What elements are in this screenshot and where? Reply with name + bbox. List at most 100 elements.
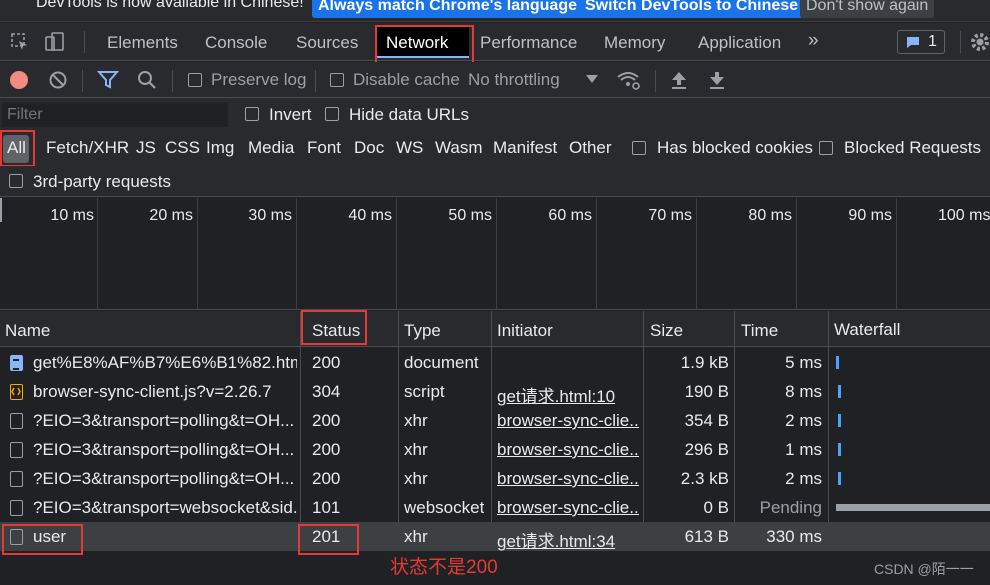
tab-performance[interactable]: Performance — [480, 33, 577, 53]
tick-label: 80 ms — [748, 207, 792, 224]
row-status: 200 — [312, 440, 341, 459]
row-type: document — [404, 353, 479, 372]
more-tabs-icon[interactable]: » — [808, 30, 819, 52]
header-waterfall[interactable]: Waterfall — [834, 320, 900, 340]
row-size: 1.9 kB — [680, 353, 729, 372]
header-name[interactable]: Name — [5, 321, 50, 341]
row-name: browser-sync-client.js?v=2.26.7 — [33, 382, 272, 401]
row-time: 2 ms — [785, 411, 822, 430]
record-icon[interactable] — [10, 71, 28, 89]
row-initiator[interactable]: browser-sync-clie... — [497, 498, 639, 518]
row-initiator[interactable]: get请求.html:10 — [497, 382, 639, 407]
search-icon[interactable] — [137, 70, 157, 95]
header-type[interactable]: Type — [404, 321, 441, 341]
row-size: 354 B — [684, 411, 729, 430]
waterfall-bar — [838, 472, 841, 485]
third-party-row: 3rd-party requests — [0, 166, 990, 197]
type-other-button[interactable]: Other — [569, 138, 612, 158]
type-manifest-button[interactable]: Manifest — [493, 138, 557, 158]
type-fetch-xhr-button[interactable]: Fetch/XHR — [46, 138, 129, 158]
type-font-button[interactable]: Font — [307, 138, 341, 158]
row-initiator[interactable]: browser-sync-clie... — [497, 411, 639, 431]
waterfall-bar — [838, 385, 841, 398]
tab-application[interactable]: Application — [698, 33, 781, 53]
header-initiator[interactable]: Initiator — [497, 321, 553, 341]
row-type: xhr — [404, 527, 428, 546]
hide-data-urls-checkbox[interactable] — [325, 107, 339, 121]
blocked-requests-checkbox[interactable] — [819, 141, 833, 155]
filter-row: Invert Hide data URLs — [0, 98, 990, 132]
type-js-button[interactable]: JS — [136, 138, 156, 158]
type-doc-button[interactable]: Doc — [354, 138, 384, 158]
row-name: get%E8%AF%B7%E6%B1%82.html — [33, 353, 297, 372]
table-row[interactable]: ?EIO=3&transport=websocket&sid... 101 we… — [0, 493, 990, 522]
match-language-button[interactable]: Always match Chrome's language — [312, 0, 583, 18]
row-status: 101 — [312, 498, 341, 517]
row-name: ?EIO=3&transport=websocket&sid... — [33, 498, 297, 517]
xhr-file-icon — [10, 442, 23, 458]
row-type: xhr — [404, 440, 428, 459]
type-media-button[interactable]: Media — [248, 138, 294, 158]
header-time[interactable]: Time — [741, 321, 778, 341]
header-size[interactable]: Size — [650, 321, 683, 341]
filter-input[interactable] — [2, 103, 228, 127]
waterfall-pending-bar — [836, 504, 990, 511]
inspect-element-icon[interactable] — [10, 32, 30, 57]
preserve-log-checkbox[interactable] — [188, 73, 202, 87]
table-row[interactable]: browser-sync-client.js?v=2.26.7 304 scri… — [0, 377, 990, 406]
type-img-button[interactable]: Img — [206, 138, 234, 158]
disable-cache-checkbox[interactable] — [330, 73, 344, 87]
tick-label: 40 ms — [348, 207, 392, 224]
disable-cache-label: Disable cache — [353, 70, 460, 89]
network-conditions-icon[interactable] — [616, 69, 642, 96]
row-type: websocket — [404, 498, 485, 517]
tab-sources[interactable]: Sources — [296, 33, 358, 53]
import-har-icon[interactable] — [670, 70, 688, 95]
tab-console[interactable]: Console — [205, 33, 267, 53]
settings-gear-icon[interactable] — [969, 31, 990, 58]
table-row[interactable]: get%E8%AF%B7%E6%B1%82.html 200 document … — [0, 348, 990, 377]
tick-label: 10 ms — [50, 207, 94, 224]
issues-badge[interactable]: 1 — [897, 30, 945, 54]
row-time: Pending — [759, 498, 822, 517]
device-toolbar-icon[interactable] — [44, 31, 66, 58]
has-blocked-cookies-checkbox[interactable] — [632, 141, 646, 155]
row-size: 2.3 kB — [680, 469, 729, 488]
tab-memory[interactable]: Memory — [604, 33, 665, 53]
row-initiator[interactable]: browser-sync-clie... — [497, 440, 639, 460]
timeline-overview[interactable]: 10 ms 20 ms 30 ms 40 ms 50 ms 60 ms 70 m… — [0, 198, 990, 310]
table-row[interactable]: ?EIO=3&transport=polling&t=OH... 200 xhr… — [0, 435, 990, 464]
tab-elements[interactable]: Elements — [107, 33, 178, 53]
chevron-down-icon[interactable] — [586, 75, 598, 83]
user-row-highlight — [2, 524, 83, 555]
type-ws-button[interactable]: WS — [396, 138, 423, 158]
document-file-icon — [10, 355, 23, 371]
switch-to-chinese-button[interactable]: Switch DevTools to Chinese — [579, 0, 805, 18]
timeline-cursor — [0, 198, 2, 222]
has-blocked-cookies-label: Has blocked cookies — [657, 138, 813, 157]
table-row-selected[interactable]: user 201 xhr get请求.html:34 613 B 330 ms — [0, 522, 990, 551]
row-status: 200 — [312, 353, 341, 372]
preserve-log-label: Preserve log — [211, 70, 307, 89]
third-party-checkbox[interactable] — [9, 174, 23, 188]
export-har-icon[interactable] — [708, 70, 726, 95]
type-css-button[interactable]: CSS — [165, 138, 200, 158]
xhr-file-icon — [10, 413, 23, 429]
row-type: xhr — [404, 411, 428, 430]
table-row[interactable]: ?EIO=3&transport=polling&t=OH... 200 xhr… — [0, 406, 990, 435]
type-wasm-button[interactable]: Wasm — [435, 138, 483, 158]
hide-data-urls-label: Hide data URLs — [349, 105, 470, 124]
row-initiator[interactable]: browser-sync-clie... — [497, 469, 639, 489]
invert-checkbox[interactable] — [245, 107, 259, 121]
throttling-select[interactable]: No throttling — [468, 70, 560, 90]
issues-count: 1 — [928, 33, 937, 50]
tick-label: 50 ms — [448, 207, 492, 224]
row-initiator[interactable]: get请求.html:34 — [497, 527, 639, 552]
row-name: ?EIO=3&transport=polling&t=OH... — [33, 411, 295, 430]
table-row[interactable]: ?EIO=3&transport=polling&t=OH... 200 xhr… — [0, 464, 990, 493]
network-tab-highlight — [375, 25, 474, 66]
filter-funnel-icon[interactable] — [96, 70, 120, 95]
clear-icon[interactable] — [48, 70, 68, 95]
waterfall-bar — [838, 443, 841, 456]
dont-show-again-button[interactable]: Don't show again — [800, 0, 935, 18]
